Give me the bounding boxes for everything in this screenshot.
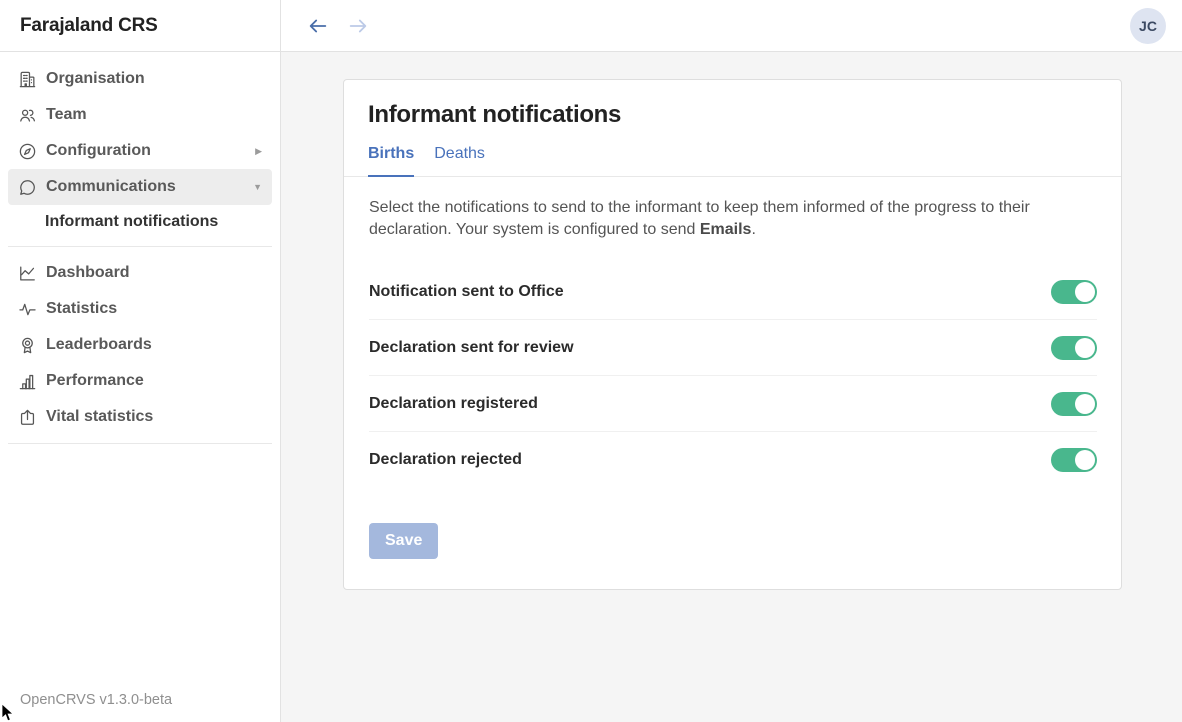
toggle-knob bbox=[1075, 394, 1095, 414]
sidebar-item-label: Configuration bbox=[46, 142, 151, 160]
line-chart-icon bbox=[17, 263, 37, 283]
sidebar-header: Farajaland CRS bbox=[0, 0, 280, 52]
toggle-row-declaration-rejected: Declaration rejected bbox=[369, 432, 1097, 488]
sidebar-item-statistics[interactable]: Statistics bbox=[8, 291, 272, 327]
app-version: OpenCRVS v1.3.0-beta bbox=[20, 692, 172, 708]
back-arrow-icon bbox=[307, 15, 329, 37]
toggle-knob bbox=[1075, 282, 1095, 302]
chevron-down-icon: ▼ bbox=[253, 183, 262, 192]
main-content: Informant notifications Births Deaths Se… bbox=[281, 52, 1182, 722]
team-icon bbox=[17, 105, 37, 125]
sidebar-item-label: Statistics bbox=[46, 300, 117, 318]
sidebar-item-communications[interactable]: Communications ▼ bbox=[8, 169, 272, 205]
sidebar: Farajaland CRS Organisation Team Configu… bbox=[0, 0, 281, 722]
description-text: Select the notifications to send to the … bbox=[369, 197, 1095, 241]
toggle-rows: Notification sent to Office Declaration … bbox=[369, 264, 1097, 488]
sidebar-item-performance[interactable]: Performance bbox=[8, 363, 272, 399]
sidebar-item-dashboard[interactable]: Dashboard bbox=[8, 255, 272, 291]
toggle-row-declaration-registered: Declaration registered bbox=[369, 376, 1097, 432]
export-icon bbox=[17, 407, 37, 427]
toggle-declaration-registered[interactable] bbox=[1051, 392, 1097, 416]
sidebar-item-informant-notifications[interactable]: Informant notifications bbox=[8, 205, 272, 238]
informant-notifications-card: Informant notifications Births Deaths Se… bbox=[343, 79, 1122, 590]
toggle-notification-sent-to-office[interactable] bbox=[1051, 280, 1097, 304]
mouse-cursor bbox=[1, 703, 15, 722]
toggle-row-label: Declaration registered bbox=[369, 395, 538, 413]
topbar: JC bbox=[281, 0, 1182, 52]
save-button[interactable]: Save bbox=[369, 523, 438, 559]
sidebar-item-label: Communications bbox=[46, 178, 176, 196]
sidebar-item-label: Organisation bbox=[46, 70, 145, 88]
card-body: Select the notifications to send to the … bbox=[344, 177, 1121, 589]
activity-icon bbox=[17, 299, 37, 319]
toggle-knob bbox=[1075, 450, 1095, 470]
chevron-right-icon: ▶ bbox=[255, 147, 262, 156]
toggle-row-label: Declaration rejected bbox=[369, 451, 522, 469]
bar-chart-icon bbox=[17, 371, 37, 391]
speech-bubble-icon bbox=[17, 177, 37, 197]
tab-births[interactable]: Births bbox=[368, 145, 414, 177]
card-header: Informant notifications Births Deaths bbox=[344, 80, 1121, 177]
page-title: Informant notifications bbox=[368, 101, 1097, 129]
sidebar-item-configuration[interactable]: Configuration ▶ bbox=[8, 133, 272, 169]
sidebar-item-leaderboards[interactable]: Leaderboards bbox=[8, 327, 272, 363]
toggle-knob bbox=[1075, 338, 1095, 358]
toggle-declaration-sent-for-review[interactable] bbox=[1051, 336, 1097, 360]
toggle-row-notification-sent-to-office: Notification sent to Office bbox=[369, 264, 1097, 320]
back-button[interactable] bbox=[305, 13, 331, 39]
sidebar-divider bbox=[8, 443, 272, 444]
sidebar-item-team[interactable]: Team bbox=[8, 97, 272, 133]
sidebar-item-label: Vital statistics bbox=[46, 408, 153, 426]
sidebar-item-vital-statistics[interactable]: Vital statistics bbox=[8, 399, 272, 435]
app-title: Farajaland CRS bbox=[20, 15, 158, 37]
compass-icon bbox=[17, 141, 37, 161]
medal-icon bbox=[17, 335, 37, 355]
toggle-row-declaration-sent-for-review: Declaration sent for review bbox=[369, 320, 1097, 376]
toggle-declaration-rejected[interactable] bbox=[1051, 448, 1097, 472]
forward-arrow-icon bbox=[347, 15, 369, 37]
toggle-row-label: Notification sent to Office bbox=[369, 283, 564, 301]
sidebar-nav: Organisation Team Configuration ▶ Commun… bbox=[0, 52, 280, 444]
description-bold: Emails bbox=[700, 221, 752, 238]
tab-deaths[interactable]: Deaths bbox=[434, 145, 485, 177]
toggle-row-label: Declaration sent for review bbox=[369, 339, 574, 357]
sidebar-item-label: Dashboard bbox=[46, 264, 130, 282]
sidebar-divider bbox=[8, 246, 272, 247]
sidebar-item-organisation[interactable]: Organisation bbox=[8, 61, 272, 97]
tabs: Births Deaths bbox=[368, 145, 1097, 176]
sidebar-item-label: Leaderboards bbox=[46, 336, 152, 354]
sidebar-item-label: Team bbox=[46, 106, 87, 124]
avatar[interactable]: JC bbox=[1130, 8, 1166, 44]
building-icon bbox=[17, 69, 37, 89]
sidebar-subitem-label: Informant notifications bbox=[45, 213, 218, 231]
sidebar-item-label: Performance bbox=[46, 372, 144, 390]
forward-button[interactable] bbox=[345, 13, 371, 39]
